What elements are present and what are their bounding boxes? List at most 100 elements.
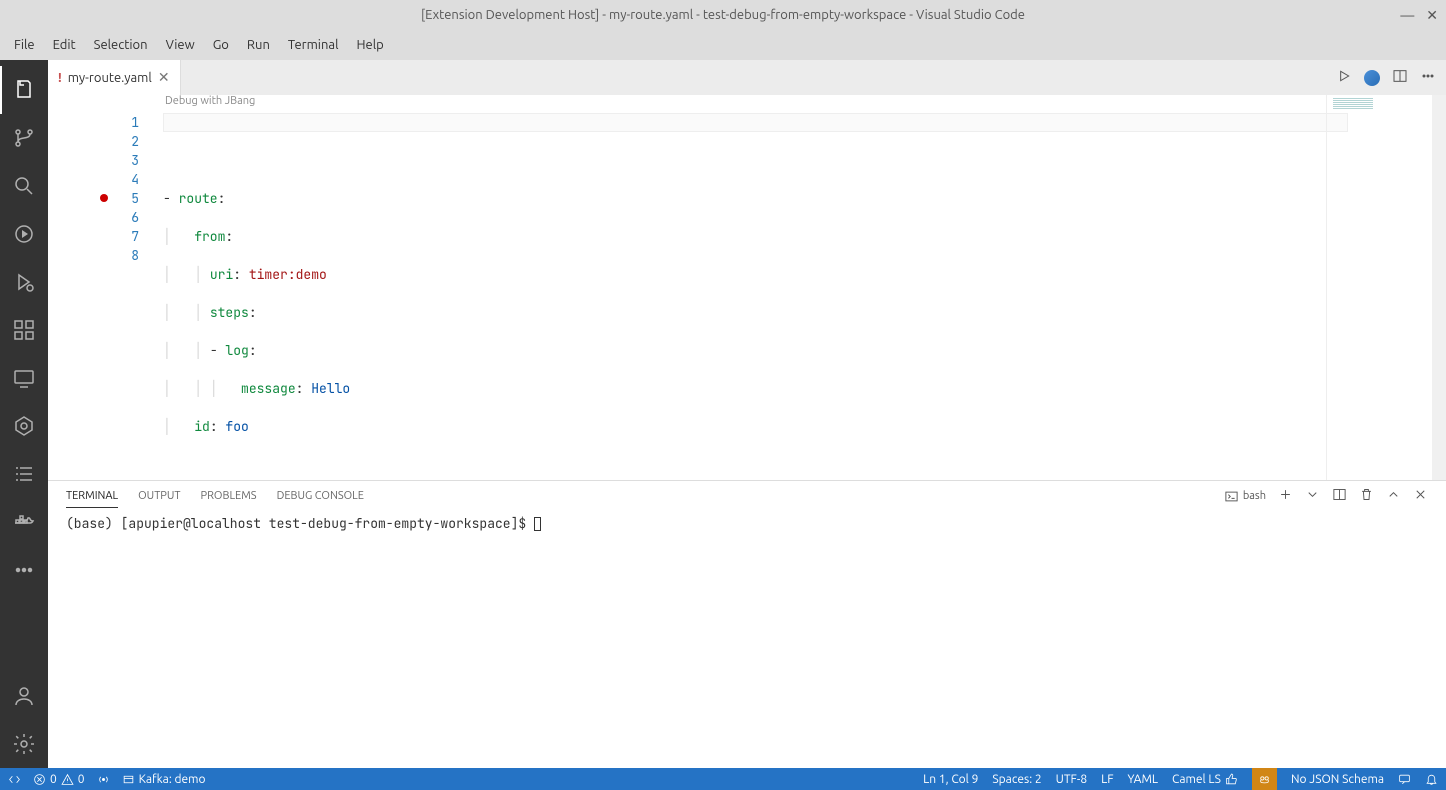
menu-bar: File Edit Selection View Go Run Terminal…: [0, 30, 1446, 60]
play-icon: [1336, 68, 1352, 84]
eol-indicator[interactable]: LF: [1101, 773, 1113, 786]
branch-icon: [12, 126, 36, 150]
overview-ruler[interactable]: [1432, 95, 1446, 480]
minimap[interactable]: [1326, 95, 1446, 480]
ellipsis-icon: [1420, 68, 1436, 84]
gear-icon: [12, 732, 36, 756]
close-icon: [1413, 487, 1428, 502]
files-icon: [12, 78, 36, 102]
menu-selection[interactable]: Selection: [86, 36, 156, 54]
thumbs-up-icon: [1225, 773, 1238, 786]
activity-extensions[interactable]: [0, 306, 48, 354]
bell-icon: [1425, 773, 1438, 786]
panel-tab-terminal[interactable]: TERMINAL: [66, 485, 118, 508]
notifications-button[interactable]: [1425, 773, 1438, 786]
activity-search[interactable]: [0, 162, 48, 210]
minimize-button[interactable]: —: [1400, 7, 1414, 24]
json-schema-indicator[interactable]: No JSON Schema: [1291, 773, 1384, 786]
extensions-icon: [12, 318, 36, 342]
line-number: 4: [48, 170, 163, 189]
language-indicator[interactable]: YAML: [1128, 773, 1158, 786]
activity-kubernetes[interactable]: [0, 402, 48, 450]
split-icon: [1332, 487, 1347, 502]
line-number: 2: [48, 132, 163, 151]
editor-more-button[interactable]: [1420, 68, 1436, 87]
broadcast-icon: [97, 773, 110, 786]
chevron-up-icon: [1386, 487, 1401, 502]
debug-icon: [12, 222, 36, 246]
kubernetes-icon: [12, 414, 36, 438]
problems-indicator[interactable]: 0 0: [33, 773, 85, 786]
copilot-icon: [1258, 773, 1271, 786]
window-title: [Extension Development Host] - my-route.…: [421, 8, 1025, 22]
menu-view[interactable]: View: [158, 36, 203, 54]
cursor-position[interactable]: Ln 1, Col 9: [923, 773, 978, 786]
docker-icon: [12, 510, 36, 534]
warning-icon: [61, 773, 74, 786]
kafka-icon: [122, 773, 135, 786]
feedback-icon: [1398, 773, 1411, 786]
yaml-file-icon: !: [58, 71, 62, 85]
current-line-highlight: [163, 113, 1348, 132]
line-number: 8: [48, 246, 163, 265]
list-icon: [12, 462, 36, 486]
minimap-content: [1333, 97, 1373, 109]
ellipsis-icon: [12, 558, 36, 582]
camel-action-icon[interactable]: [1364, 70, 1380, 86]
line-gutter[interactable]: 1 2 3 4 5 6 7 8: [48, 95, 163, 480]
code-editor[interactable]: Debug with JBang 1 2 3 4 5 6 7 8 - route…: [48, 95, 1446, 480]
line-number: 3: [48, 151, 163, 170]
close-button[interactable]: ✕: [1426, 7, 1438, 24]
tab-close-button[interactable]: ✕: [158, 69, 170, 86]
menu-file[interactable]: File: [6, 36, 43, 54]
play-bug-icon: [12, 270, 36, 294]
encoding-indicator[interactable]: UTF-8: [1056, 773, 1087, 786]
menu-edit[interactable]: Edit: [45, 36, 84, 54]
run-button[interactable]: [1336, 68, 1352, 87]
activity-debug-alt[interactable]: [0, 258, 48, 306]
editor-tabs: ! my-route.yaml ✕: [48, 60, 1446, 95]
maximize-panel-button[interactable]: [1386, 487, 1401, 505]
kill-terminal-button[interactable]: [1359, 487, 1374, 505]
remote-icon: [12, 366, 36, 390]
remote-icon: [8, 773, 21, 786]
menu-help[interactable]: Help: [348, 36, 391, 54]
breakpoint[interactable]: 5: [48, 189, 163, 208]
activity-more[interactable]: [0, 546, 48, 594]
status-bar: 0 0 Kafka: demo Ln 1, Col 9 Spaces: 2 UT…: [0, 768, 1446, 790]
code-content[interactable]: - route: │ from: │ │ uri: timer:demo │ │…: [163, 95, 1326, 480]
activity-explorer[interactable]: [0, 66, 48, 114]
split-icon: [1392, 68, 1408, 84]
search-icon: [12, 174, 36, 198]
activity-run-debug[interactable]: [0, 210, 48, 258]
activity-bar: [0, 60, 48, 768]
tab-label: my-route.yaml: [68, 71, 152, 85]
title-bar: [Extension Development Host] - my-route.…: [0, 0, 1446, 30]
split-editor-button[interactable]: [1392, 68, 1408, 87]
menu-run[interactable]: Run: [239, 36, 278, 54]
remote-indicator[interactable]: [8, 773, 21, 786]
error-icon: [33, 773, 46, 786]
close-panel-button[interactable]: [1413, 487, 1428, 505]
activity-account[interactable]: [0, 672, 48, 720]
ports-indicator[interactable]: [97, 773, 110, 786]
menu-go[interactable]: Go: [205, 36, 237, 54]
activity-settings[interactable]: [0, 720, 48, 768]
menu-terminal[interactable]: Terminal: [280, 36, 347, 54]
feedback-button[interactable]: [1398, 773, 1411, 786]
activity-docker[interactable]: [0, 498, 48, 546]
line-number: 6: [48, 208, 163, 227]
camel-ls-indicator[interactable]: Camel LS: [1172, 773, 1238, 786]
activity-remote[interactable]: [0, 354, 48, 402]
tab-my-route[interactable]: ! my-route.yaml ✕: [48, 60, 181, 95]
line-number: 7: [48, 227, 163, 246]
trash-icon: [1359, 487, 1374, 502]
split-terminal-button[interactable]: [1332, 487, 1347, 505]
activity-scm[interactable]: [0, 114, 48, 162]
copilot-indicator[interactable]: [1252, 768, 1277, 790]
account-icon: [12, 684, 36, 708]
activity-list[interactable]: [0, 450, 48, 498]
kafka-indicator[interactable]: Kafka: demo: [122, 773, 206, 786]
indentation-indicator[interactable]: Spaces: 2: [992, 773, 1041, 786]
line-number: 1: [48, 113, 163, 132]
